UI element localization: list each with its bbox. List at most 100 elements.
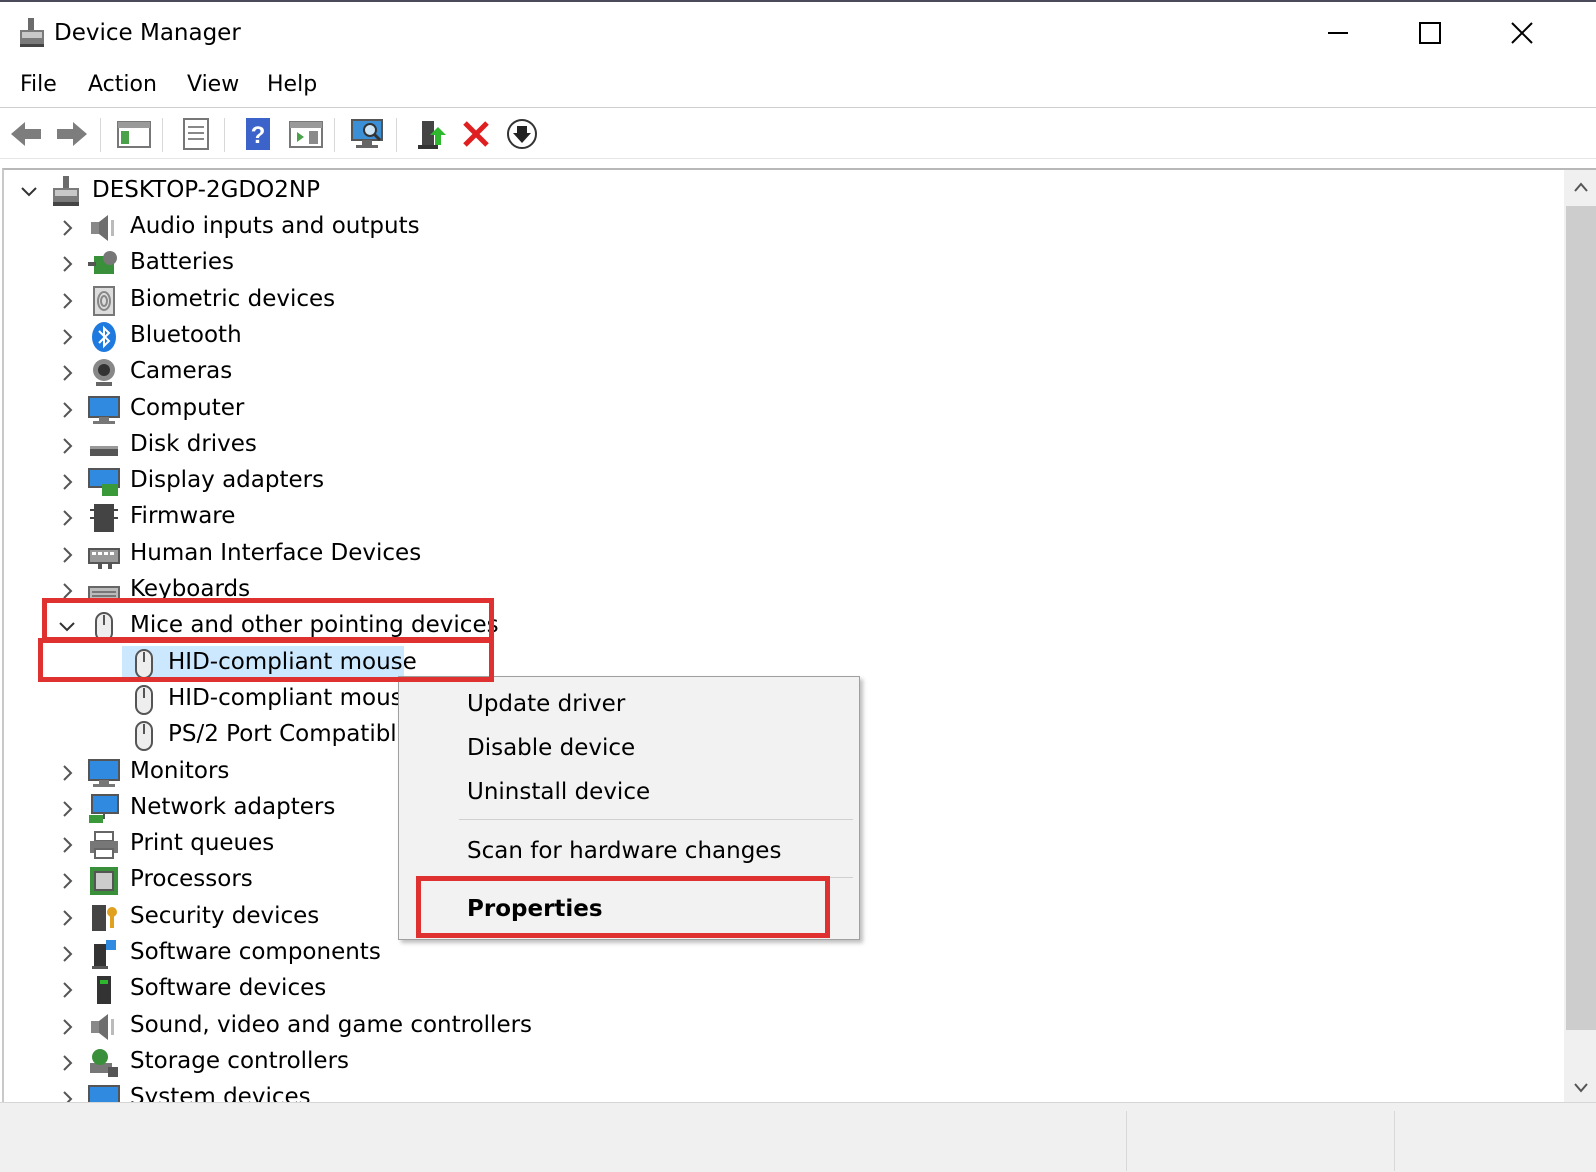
close-icon: [1511, 22, 1533, 44]
tree-item-label: Network adapters: [130, 793, 336, 820]
maximize-button[interactable]: [1384, 4, 1476, 62]
scan-hardware-icon: [351, 119, 383, 148]
update-driver-icon: [418, 121, 446, 149]
tree-category-computer[interactable]: Computer: [4, 392, 1504, 428]
tree-category-system-devices[interactable]: System devices: [4, 1081, 1504, 1104]
status-divider: [1394, 1111, 1395, 1171]
tree-category-storage-controllers[interactable]: Storage controllers: [4, 1045, 1504, 1081]
printer-icon: [90, 831, 118, 860]
tree-item-label: Bluetooth: [130, 321, 242, 348]
collapse-chevron-icon[interactable]: [18, 180, 40, 204]
toolbar-separator: [224, 118, 225, 152]
expand-chevron-icon[interactable]: [56, 434, 78, 458]
tree-item-label: Mice and other pointing devices: [130, 612, 499, 639]
menu-item-scan-hardware[interactable]: Scan for hardware changes: [467, 838, 781, 864]
menu-file[interactable]: File: [20, 72, 57, 97]
vertical-scrollbar[interactable]: [1564, 170, 1596, 1104]
security-device-icon: [92, 904, 117, 931]
properties-button[interactable]: [178, 116, 214, 152]
menu-item-update-driver[interactable]: Update driver: [467, 691, 625, 717]
tree-item-label: Biometric devices: [130, 285, 336, 312]
expand-chevron-icon[interactable]: [56, 543, 78, 567]
window-title: Device Manager: [54, 20, 241, 46]
tree-category-firmware[interactable]: Firmware: [4, 500, 1504, 536]
show-hide-console-tree-button[interactable]: [116, 116, 152, 152]
minimize-button[interactable]: [1292, 4, 1384, 62]
expand-chevron-icon[interactable]: [56, 579, 78, 603]
tree-item-label: Batteries: [130, 249, 235, 276]
forward-button[interactable]: [54, 116, 90, 152]
scroll-up-button[interactable]: [1564, 170, 1596, 204]
expand-chevron-icon[interactable]: [56, 869, 78, 893]
expand-chevron-icon[interactable]: [56, 906, 78, 930]
tree-category-display-adapters[interactable]: Display adapters: [4, 464, 1504, 500]
tree-item-label: Cameras: [130, 358, 233, 385]
expand-chevron-icon[interactable]: [56, 833, 78, 857]
tree-category-batteries[interactable]: Batteries: [4, 246, 1504, 282]
action-pane-button[interactable]: [288, 116, 324, 152]
menu-view[interactable]: View: [187, 72, 239, 97]
tree-category-audio-inputs-and-outputs[interactable]: Audio inputs and outputs: [4, 210, 1504, 246]
close-button[interactable]: [1476, 4, 1568, 62]
uninstall-button[interactable]: [458, 116, 494, 152]
expand-chevron-icon[interactable]: [56, 325, 78, 349]
expand-chevron-icon[interactable]: [56, 797, 78, 821]
forward-arrow-icon: [57, 122, 87, 146]
title-bar: Device Manager: [0, 2, 1596, 60]
expand-chevron-icon[interactable]: [56, 216, 78, 240]
menu-item-properties[interactable]: Properties: [467, 896, 603, 922]
tree-item-label: Audio inputs and outputs: [130, 213, 420, 239]
tree-category-software-devices[interactable]: Software devices: [4, 972, 1504, 1008]
scroll-down-button[interactable]: [1564, 1070, 1596, 1104]
scan-hardware-button[interactable]: [350, 116, 386, 152]
tree-item-label: Processors: [130, 866, 253, 893]
tree-category-bluetooth[interactable]: Bluetooth: [4, 319, 1504, 355]
speaker-icon: [91, 215, 114, 241]
tree-category-disk-drives[interactable]: Disk drives: [4, 428, 1504, 464]
tree-category-software-components[interactable]: Software components: [4, 936, 1504, 972]
tree-root-node[interactable]: DESKTOP-2GDO2NP: [4, 174, 1504, 210]
menu-item-uninstall-device[interactable]: Uninstall device: [467, 779, 650, 805]
tree-item-label: Human Interface Devices: [130, 539, 422, 566]
expand-chevron-icon[interactable]: [56, 506, 78, 530]
toolbar-separator: [100, 118, 101, 152]
expand-chevron-icon[interactable]: [56, 470, 78, 494]
mouse-icon: [135, 684, 153, 715]
device-tree[interactable]: DESKTOP-2GDO2NP Audio inputs and outputs…: [2, 168, 1596, 1104]
software-component-icon: [92, 940, 116, 969]
tree-category-mice-and-other-pointing-devices[interactable]: Mice and other pointing devices: [4, 609, 1504, 645]
expand-chevron-icon[interactable]: [56, 942, 78, 966]
tree-category-human-interface-devices[interactable]: Human Interface Devices: [4, 537, 1504, 573]
menu-item-disable-device[interactable]: Disable device: [467, 735, 635, 761]
download-driver-button[interactable]: [504, 116, 540, 152]
menu-help[interactable]: Help: [267, 72, 317, 97]
expand-chevron-icon[interactable]: [56, 289, 78, 313]
tree-category-cameras[interactable]: Cameras: [4, 355, 1504, 391]
menu-separator: [0, 107, 1596, 108]
scrollbar-thumb[interactable]: [1566, 206, 1596, 1030]
help-button[interactable]: ?: [240, 116, 276, 152]
expand-chevron-icon[interactable]: [56, 761, 78, 785]
expand-chevron-icon[interactable]: [56, 1015, 78, 1039]
tree-item-label: Storage controllers: [130, 1047, 350, 1074]
tree-item-label: Print queues: [130, 830, 275, 857]
bluetooth-icon: [92, 321, 116, 352]
expand-chevron-icon[interactable]: [56, 252, 78, 276]
menu-action[interactable]: Action: [88, 72, 157, 97]
tree-category-biometric-devices[interactable]: Biometric devices: [4, 283, 1504, 319]
display-adapter-icon: [88, 468, 120, 497]
expand-chevron-icon[interactable]: [56, 978, 78, 1002]
expand-chevron-icon[interactable]: [56, 1051, 78, 1075]
expand-chevron-icon[interactable]: [56, 361, 78, 385]
tree-category-sound-video-and-game-controllers[interactable]: Sound, video and game controllers: [4, 1009, 1504, 1045]
back-arrow-icon: [11, 122, 41, 146]
expand-chevron-icon[interactable]: [56, 398, 78, 422]
update-driver-button[interactable]: [414, 116, 450, 152]
collapse-chevron-icon[interactable]: [56, 615, 78, 639]
status-divider: [1126, 1111, 1127, 1171]
back-button[interactable]: [8, 116, 44, 152]
tree-root-label: DESKTOP-2GDO2NP: [92, 177, 320, 203]
tree-item-label: Security devices: [130, 902, 320, 929]
show-hide-console-tree-icon: [117, 121, 151, 148]
tree-category-keyboards[interactable]: Keyboards: [4, 573, 1504, 609]
